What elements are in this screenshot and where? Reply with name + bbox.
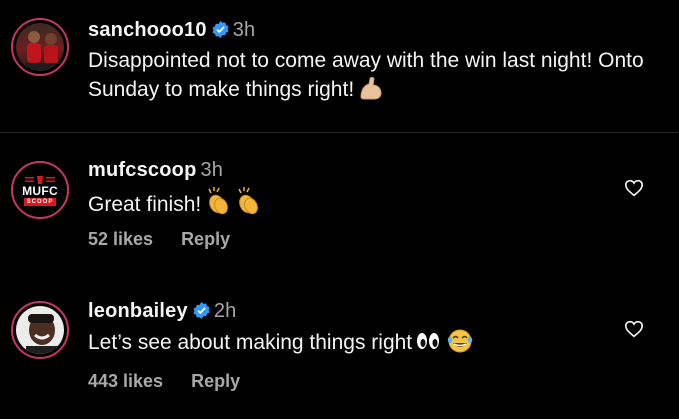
avatar-photo-icon bbox=[26, 31, 58, 71]
caption-text: Disappointed not to come away with the w… bbox=[88, 49, 644, 101]
timestamp: 3h bbox=[232, 19, 256, 41]
eyes-and-tears-of-joy-emoji-icon bbox=[417, 329, 473, 353]
likes-count[interactable]: 443 likes bbox=[88, 371, 163, 391]
timestamp: 2h bbox=[213, 300, 237, 322]
avatar-leonbailey[interactable] bbox=[11, 301, 69, 359]
reply-button[interactable]: Reply bbox=[181, 229, 230, 249]
comment-text: Great finish! bbox=[88, 186, 265, 219]
flexed-biceps-emoji-icon bbox=[360, 77, 382, 100]
avatar-mufcscoop[interactable]: MUFC SCOOP bbox=[11, 161, 69, 219]
avatar-sanchooo10[interactable] bbox=[11, 18, 69, 76]
username[interactable]: leonbailey 2h bbox=[88, 300, 236, 323]
post-caption: sanchooo10 3h Disappointed not to come aw… bbox=[0, 0, 679, 133]
timestamp: 3h bbox=[200, 159, 224, 181]
comment-meta: 443 likes Reply bbox=[88, 371, 240, 392]
likes-count[interactable]: 52 likes bbox=[88, 229, 153, 249]
comment-meta: 52 likes Reply bbox=[88, 229, 230, 250]
avatar-text: MUFC bbox=[22, 183, 58, 198]
avatar-subtext: SCOOP bbox=[23, 197, 57, 206]
reply-button[interactable]: Reply bbox=[191, 371, 240, 391]
verified-badge-icon bbox=[193, 302, 210, 319]
mufc-crest-icon bbox=[25, 175, 55, 184]
heart-icon[interactable] bbox=[624, 179, 644, 197]
comment-text: Let’s see about making things right bbox=[88, 328, 474, 357]
username[interactable]: sanchooo10 3h bbox=[88, 19, 255, 42]
clapping-hands-emoji-icon bbox=[208, 187, 259, 215]
heart-icon[interactable] bbox=[624, 320, 644, 338]
username[interactable]: mufcscoop 3h bbox=[88, 159, 223, 182]
avatar-photo-icon bbox=[26, 314, 58, 354]
verified-badge-icon bbox=[212, 21, 229, 38]
